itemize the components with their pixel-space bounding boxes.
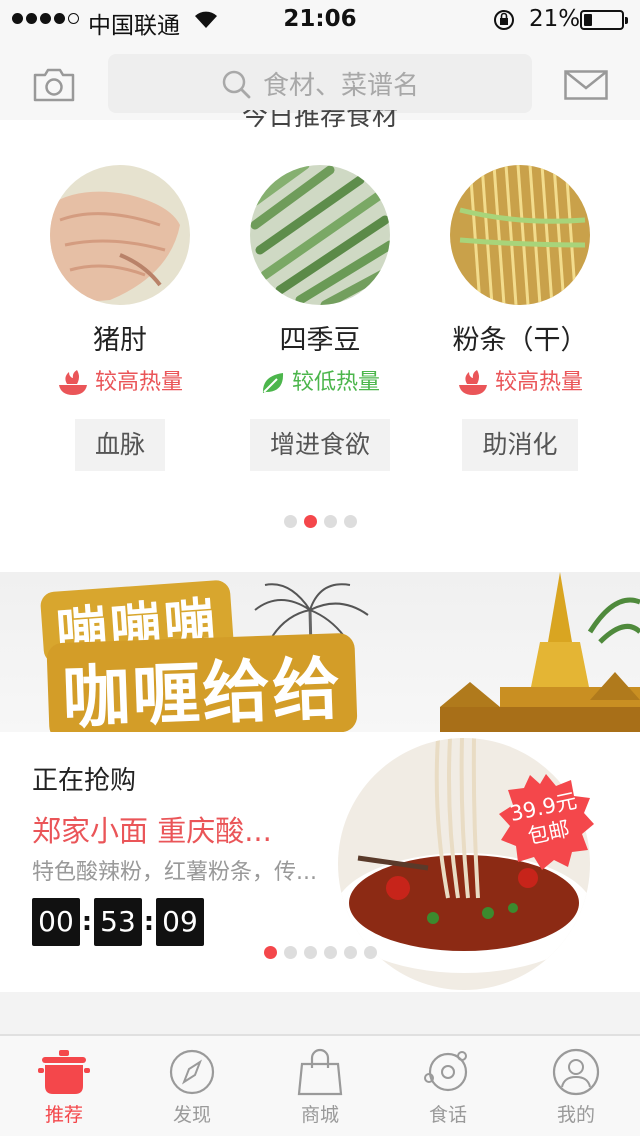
pot-icon	[38, 1050, 90, 1094]
food-card-green-beans[interactable]: 四季豆 较低热量 增进食欲	[220, 165, 420, 471]
page-dot	[343, 515, 357, 528]
tab-recommend[interactable]: 推荐	[0, 1036, 128, 1136]
food-benefit-tag[interactable]: 血脉	[74, 419, 165, 471]
search-placeholder: 食材、菜谱名	[262, 71, 419, 101]
food-name: 猪肘	[93, 325, 147, 356]
pork-knuckle-image	[50, 165, 190, 305]
banner-subheadline: 咖喱给给	[46, 632, 358, 732]
timer-minutes: 53	[94, 898, 142, 946]
leaf-icon	[262, 373, 284, 393]
flash-sale-label: 正在抢购	[32, 766, 137, 796]
section-divider	[0, 992, 640, 1034]
vermicelli-image	[450, 165, 590, 305]
top-header: 食材、菜谱名	[0, 40, 640, 120]
product-description: 特色酸辣粉，红薯粉条，传...	[32, 860, 317, 885]
search-bar[interactable]: 食材、菜谱名	[108, 54, 532, 113]
rotation-lock-icon	[494, 10, 514, 30]
flash-carousel-indicator	[264, 946, 377, 959]
compass-icon	[169, 1049, 215, 1095]
timer-hours: 00	[32, 898, 80, 946]
food-carousel-indicator	[0, 515, 640, 528]
food-name: 四季豆	[279, 325, 361, 356]
flash-sale-card[interactable]: 正在抢购 郑家小面 重庆酸... 特色酸辣粉，红薯粉条，传... 00 : 53…	[0, 732, 640, 992]
green-beans-image	[250, 165, 390, 305]
food-benefit-tag[interactable]: 助消化	[462, 419, 578, 471]
page-dot	[323, 515, 337, 528]
planet-icon	[424, 1051, 468, 1092]
flame-bowl-icon	[458, 370, 487, 395]
food-card-dried-vermicelli[interactable]: 粉条（干） 较高热量 助消化	[420, 165, 620, 471]
product-title: 郑家小面 重庆酸...	[32, 814, 272, 848]
tab-mall[interactable]: 商城	[256, 1036, 384, 1136]
bottom-tab-bar: 推荐 发现 商城 食话 我的	[0, 1034, 640, 1136]
page-dot	[283, 515, 297, 528]
tab-discover[interactable]: 发现	[128, 1036, 256, 1136]
calorie-indicator: 较高热量	[20, 367, 220, 399]
temple-icon	[440, 572, 640, 732]
promo-banner[interactable]: 嘣嘣嘣 咖喱给给	[0, 572, 640, 732]
camera-icon[interactable]	[32, 68, 76, 102]
countdown-timer: 00 : 53 : 09	[32, 898, 204, 946]
search-icon	[222, 70, 251, 98]
calorie-indicator: 较低热量	[220, 367, 420, 399]
battery-percentage: 21%	[529, 6, 581, 32]
food-name: 粉条（干）	[452, 325, 588, 356]
timer-seconds: 09	[156, 898, 204, 946]
food-benefit-tag[interactable]: 增进食欲	[249, 419, 390, 471]
status-bar: 中国联通 21:06 21%	[0, 0, 640, 40]
tab-food-talk[interactable]: 食话	[384, 1036, 512, 1136]
user-icon	[552, 1048, 600, 1096]
battery-icon	[580, 10, 628, 30]
page-dot-active	[303, 515, 317, 528]
food-card-pork-knuckle[interactable]: 猪肘 较高热量 血脉	[20, 165, 220, 471]
shopping-bag-icon	[297, 1048, 343, 1096]
price-badge: 39.9元 包邮	[496, 772, 596, 872]
tab-profile[interactable]: 我的	[512, 1036, 640, 1136]
section-title: 今日推荐食材	[241, 110, 398, 132]
mail-icon[interactable]	[564, 70, 608, 100]
calorie-indicator: 较高热量	[420, 367, 620, 399]
flame-bowl-icon	[58, 370, 87, 395]
